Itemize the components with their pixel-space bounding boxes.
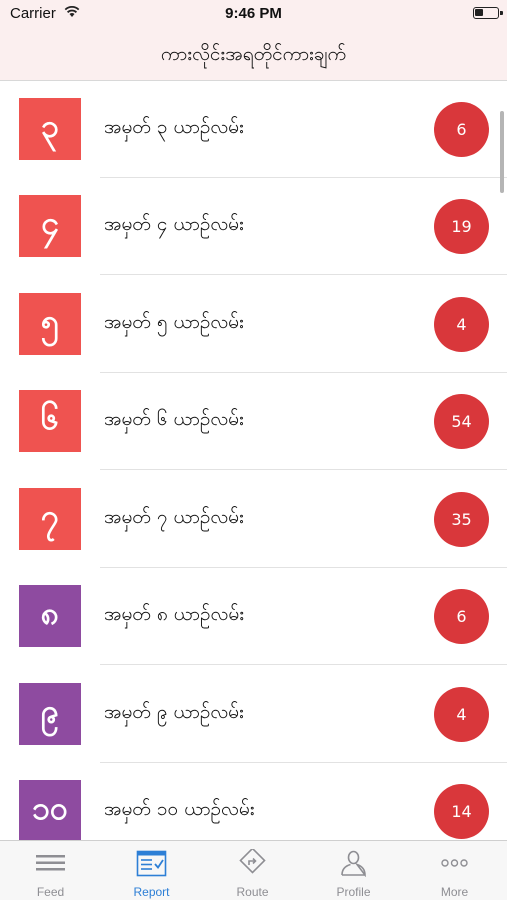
route-row-3[interactable]: ၃ အမှတ် ၃ ယာဥ်လမ်း 6 bbox=[0, 81, 507, 178]
route-label: အမှတ် ၆ ယာဥ်လမ်း bbox=[104, 408, 244, 430]
more-icon bbox=[441, 859, 468, 867]
tab-report[interactable]: Report bbox=[101, 841, 202, 901]
route-number-badge: ၄ bbox=[19, 195, 81, 257]
route-number-badge: ၇ bbox=[19, 488, 81, 550]
route-label: အမှတ် ၃ ယာဥ်လမ်း bbox=[104, 116, 244, 138]
route-label: အမှတ် ၈ ယာဥ်လမ်း bbox=[104, 603, 245, 625]
scrollbar[interactable] bbox=[500, 111, 504, 193]
route-number-badge: ၁၀ bbox=[19, 780, 81, 840]
route-row-6[interactable]: ၆ အမှတ် ၆ ယာဥ်လမ်း 54 bbox=[0, 373, 507, 470]
report-icon bbox=[136, 850, 167, 877]
tab-label: Feed bbox=[36, 885, 65, 899]
report-count-badge: 4 bbox=[434, 297, 489, 352]
tab-label: More bbox=[440, 885, 469, 899]
report-count-badge: 14 bbox=[434, 784, 489, 839]
navigation-bar: ကားလိုင်းအရတိုင်ကားချက် bbox=[0, 28, 507, 81]
route-row-10[interactable]: ၁၀ အမှတ် ၁၀ ယာဥ်လမ်း 14 bbox=[0, 763, 507, 840]
status-time: 9:46 PM bbox=[225, 5, 282, 22]
tab-label: Report bbox=[133, 885, 170, 899]
tab-profile[interactable]: Profile bbox=[303, 841, 404, 901]
route-number-badge: ၉ bbox=[19, 683, 81, 745]
battery-icon bbox=[473, 7, 503, 19]
route-icon bbox=[239, 849, 266, 874]
report-count-badge: 6 bbox=[434, 102, 489, 157]
tab-route[interactable]: Route bbox=[202, 841, 303, 901]
row-divider bbox=[100, 469, 507, 470]
report-count-badge: 35 bbox=[434, 492, 489, 547]
report-count-badge: 6 bbox=[434, 589, 489, 644]
tab-feed[interactable]: Feed bbox=[0, 841, 101, 901]
route-row-4[interactable]: ၄ အမှတ် ၄ ယာဥ်လမ်း 19 bbox=[0, 178, 507, 275]
page-title: ကားလိုင်းအရတိုင်ကားချက် bbox=[160, 43, 347, 65]
route-number-badge: ၃ bbox=[19, 98, 81, 160]
report-count-badge: 54 bbox=[434, 394, 489, 449]
report-count-badge: 4 bbox=[434, 687, 489, 742]
route-number-badge: ၈ bbox=[19, 585, 81, 647]
route-label: အမှတ် ၅ ယာဥ်လမ်း bbox=[104, 311, 244, 333]
route-label: အမှတ် ၁၀ ယာဥ်လမ်း bbox=[104, 798, 255, 820]
route-label: အမှတ် ၄ ယာဥ်လမ်း bbox=[104, 213, 244, 235]
route-label: အမှတ် ၉ ယာဥ်လမ်း bbox=[104, 701, 244, 723]
tab-bar: Feed Report Route Profile More bbox=[0, 840, 507, 900]
route-row-9[interactable]: ၉ အမှတ် ၉ ယာဥ်လမ်း 4 bbox=[0, 666, 507, 763]
tab-more[interactable]: More bbox=[404, 841, 505, 901]
route-row-7[interactable]: ၇ အမှတ် ၇ ယာဥ်လမ်း 35 bbox=[0, 471, 507, 568]
report-count-badge: 19 bbox=[434, 199, 489, 254]
route-label: အမှတ် ၇ ယာဥ်လမ်း bbox=[104, 506, 244, 528]
route-row-5[interactable]: ၅ အမှတ် ၅ ယာဥ်လမ်း 4 bbox=[0, 276, 507, 373]
row-divider bbox=[100, 274, 507, 275]
tab-label: Route bbox=[236, 885, 269, 899]
profile-icon bbox=[341, 850, 366, 877]
row-divider bbox=[100, 664, 507, 665]
status-bar: Carrier 9:46 PM bbox=[0, 0, 507, 28]
route-list[interactable]: ၃ အမှတ် ၃ ယာဥ်လမ်း 6 ၄ အမှတ် ၄ ယာဥ်လမ်း … bbox=[0, 81, 507, 840]
tab-label: Profile bbox=[336, 885, 371, 899]
route-row-8[interactable]: ၈ အမှတ် ၈ ယာဥ်လမ်း 6 bbox=[0, 568, 507, 665]
route-number-badge: ၆ bbox=[19, 390, 81, 452]
feed-icon bbox=[36, 855, 65, 871]
route-number-badge: ၅ bbox=[19, 293, 81, 355]
